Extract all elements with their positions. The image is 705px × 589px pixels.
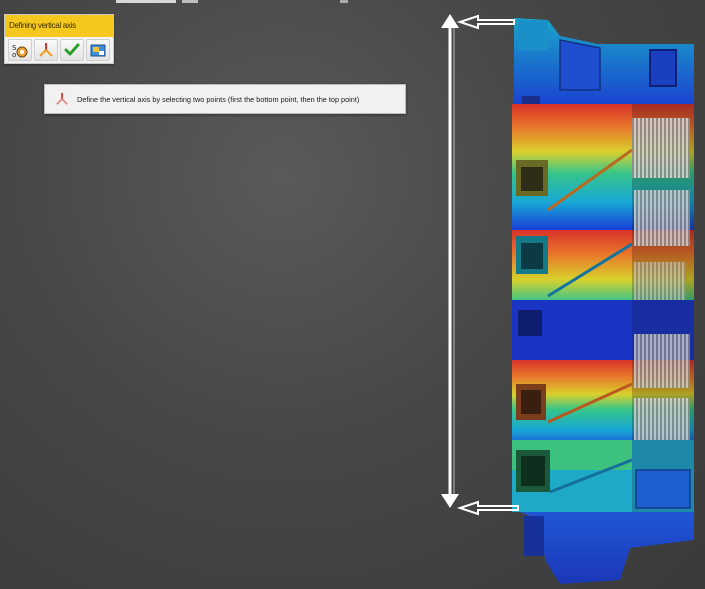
bottom-point-marker-arrow xyxy=(456,500,519,516)
checkmark-icon xyxy=(64,43,80,56)
axis-button[interactable] xyxy=(34,39,58,61)
axis-icon xyxy=(39,43,53,57)
svg-text:o: o xyxy=(12,51,16,58)
confirm-button[interactable] xyxy=(60,39,84,61)
axis-icon xyxy=(56,92,68,105)
tool-panel-title: Defining vertical axis xyxy=(5,15,113,37)
image-export-icon xyxy=(90,44,106,57)
vertical-axis-tool-panel: Defining vertical axis S o xyxy=(4,14,114,64)
pick-points-icon: S o xyxy=(12,44,28,58)
pick-points-button[interactable]: S o xyxy=(8,39,32,61)
top-point-marker-arrow xyxy=(456,14,515,30)
instruction-message: Define the vertical axis by selecting tw… xyxy=(44,84,406,114)
vertical-axis-arrow xyxy=(441,14,459,508)
image-export-button[interactable] xyxy=(86,39,110,61)
tool-panel-buttons: S o xyxy=(5,37,113,63)
building-point-cloud xyxy=(512,18,694,584)
instruction-text: Define the vertical axis by selecting tw… xyxy=(77,94,360,104)
